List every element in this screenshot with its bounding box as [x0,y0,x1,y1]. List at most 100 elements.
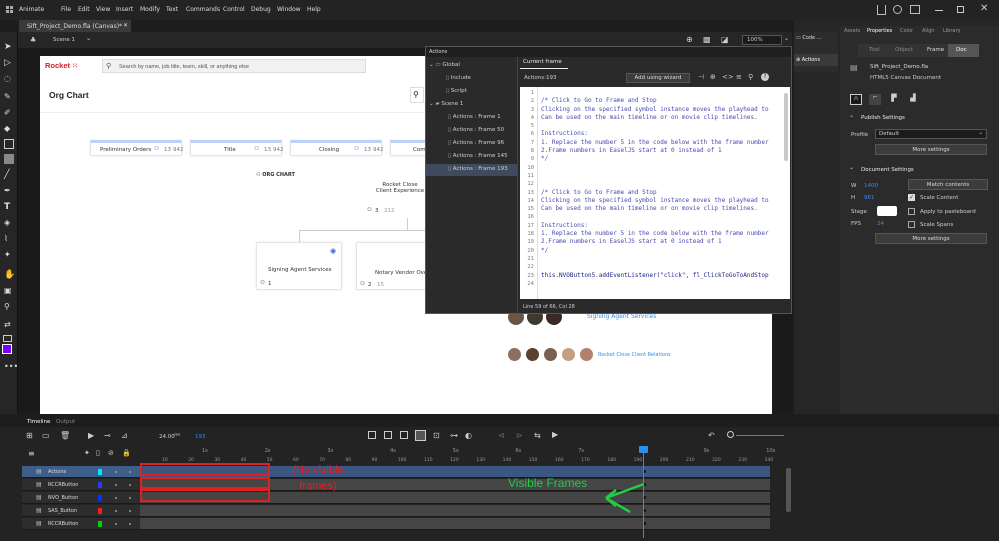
layer-name[interactable]: RCCRButton [48,521,78,527]
publish-icon-1[interactable]: ∩ [850,94,862,105]
menu-file[interactable]: File [61,6,71,13]
lock-dot[interactable] [129,471,131,473]
layer-color-swatch[interactable] [98,508,102,514]
zoom-tool-icon[interactable]: ⚲ [4,302,14,312]
visibility-dot[interactable] [115,471,117,473]
step-forward-icon[interactable]: ⊳ [516,431,523,440]
column-card-preliminary[interactable]: Preliminary Orders ⚇ 13 942 [90,140,184,156]
column-card-closing[interactable]: Closing ⚇ 13 942 [290,140,384,156]
hand-tool-icon[interactable]: ✋ [4,270,15,280]
subtab-object[interactable]: Object [895,47,913,53]
layer-row[interactable]: ▤ SAS_Button [22,505,140,517]
tree-global[interactable]: ⌄ ▭ Global [429,62,460,68]
publish-icon-3[interactable]: ▛ [888,94,900,105]
profile-dropdown[interactable]: Default ⌄ [875,129,987,139]
org-search[interactable]: ⚲ Search by name, job title, team, skill… [102,59,366,73]
tree-frame-96[interactable]: ▯ Actions : Frame 96 [448,140,504,146]
layer-row[interactable]: ▤ Actions [22,466,140,478]
tab-assets[interactable]: Assets [844,28,860,34]
code-text[interactable]: /* Click to Go to Frame and Stop Clicking… [541,89,786,288]
rotate-stage-icon[interactable]: ◪ [721,35,729,44]
lock-dot[interactable] [129,497,131,499]
pen-tool-icon[interactable]: ✒ [4,186,14,196]
tab-close-icon[interactable]: ✕ [123,22,128,29]
tab-timeline[interactable]: Timeline [27,419,50,425]
layer-color-swatch[interactable] [98,469,102,475]
share-icon[interactable] [877,5,886,15]
tree-include[interactable]: ▯ Include [446,75,471,81]
subtab-doc[interactable]: Doc [948,44,979,57]
fill-color-swatch[interactable] [2,344,12,354]
format-code-icon[interactable]: ≡ [736,73,742,81]
menu-help[interactable]: Help [307,6,321,13]
zoom-field[interactable]: 100% [742,35,782,45]
lasso-tool-icon[interactable]: ◌ [4,74,14,84]
undo-icon[interactable]: ↶ [708,431,715,440]
tab-color[interactable]: Color [900,28,913,34]
minimize-icon[interactable] [935,10,943,11]
code-snippets-icon[interactable]: <> [722,73,734,81]
tween-icon[interactable]: ⊡ [433,431,440,440]
camera-icon[interactable]: ▶ [88,431,94,440]
layer-name[interactable]: Actions [48,469,66,475]
loop-icon[interactable]: ⊶ [450,431,458,440]
current-frame-value[interactable]: 193 [195,434,206,440]
visibility-dot[interactable] [115,484,117,486]
code-editor[interactable]: 1 2 3 4 5 6 7 8 9 10 11 12 13 14 15 16 17 18 19 20 21 22 23 24 … [520,87,790,299]
fps-value[interactable]: 24 [877,221,884,227]
new-layer-icon[interactable]: ⊞ [26,431,33,440]
tree-scene[interactable]: ⌄ ▰ Scene 1 [429,101,463,107]
more-settings-button-2[interactable]: More settings [875,233,987,244]
fps-value[interactable]: 24.00 [159,434,175,440]
close-icon[interactable]: ✕ [980,3,988,14]
pin-tool-icon[interactable]: ✦ [4,250,14,260]
publish-icon-4[interactable]: ▟ [907,94,919,105]
chevron-down-icon[interactable]: ⌄ [86,35,91,42]
brush-tool-icon[interactable]: ✎ [4,92,14,102]
visibility-dot[interactable] [115,497,117,499]
highlight-icon[interactable]: ✦ [84,449,90,457]
lock-dot[interactable] [129,484,131,486]
marker-icon[interactable]: ◐ [465,431,472,440]
lock-icon[interactable]: 🔒 [122,449,131,457]
eyedropper-icon[interactable]: ⌇ [4,234,14,244]
height-value[interactable]: 961 [864,195,875,201]
layer-name[interactable]: SAS_Button [48,508,77,514]
show-hide-icon[interactable]: ▯ [96,449,100,457]
layer-color-swatch[interactable] [98,495,102,501]
layer-color-swatch[interactable] [98,521,102,527]
tab-properties[interactable]: Properties [867,28,892,34]
scene-label[interactable]: Scene 1 [53,37,75,43]
play-icon[interactable]: ▶ [552,430,558,439]
more-settings-button[interactable]: More settings [875,144,987,155]
menu-insert[interactable]: Insert [116,6,133,13]
layer-color-swatch[interactable] [98,482,102,488]
tree-frame-145[interactable]: ▯ Actions : Frame 145 [448,153,508,159]
tab-library[interactable]: Library [943,28,960,34]
lock-dot[interactable] [129,510,131,512]
delete-layer-icon[interactable]: 🗑 [60,431,70,440]
graph-icon[interactable]: ⊿ [121,431,128,440]
subselection-tool-icon[interactable]: ▷ [4,58,14,68]
visibility-dot[interactable] [115,510,117,512]
tree-script[interactable]: ▯ Script [446,88,467,94]
search-icon-button[interactable]: ⚲ [410,87,424,103]
menu-modify[interactable]: Modify [140,6,160,13]
menu-view[interactable]: View [96,6,110,13]
apply-pasteboard-checkbox[interactable] [908,208,915,215]
tree-frame-1[interactable]: ▯ Actions : Frame 1 [448,114,501,120]
menu-text[interactable]: Text [166,6,178,13]
edit-multiple-icon[interactable] [400,431,408,439]
clip-content-icon[interactable]: ▩ [703,35,711,44]
layer-frames[interactable] [140,518,770,530]
loop-playback-icon[interactable]: ⇆ [534,431,541,440]
zoom-chevron-icon[interactable]: ⌄ [784,35,789,42]
visible-icon[interactable]: ⊘ [108,449,114,457]
subtab-frame[interactable]: Frame [927,47,944,53]
playhead-handle[interactable] [639,446,648,453]
eraser-tool-icon[interactable]: ◆ [4,124,14,134]
workspace-icon[interactable] [910,5,920,14]
current-frame-tab[interactable]: Current frame [520,59,568,69]
column-card-title[interactable]: Title ⚇ 13 942 [190,140,284,156]
new-folder-icon[interactable]: ▭ [42,431,50,440]
